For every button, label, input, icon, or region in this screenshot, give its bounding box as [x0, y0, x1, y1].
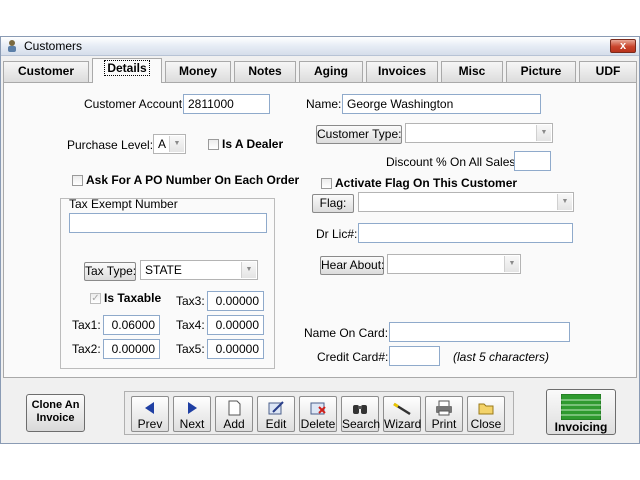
chevron-down-icon: ▼	[241, 262, 256, 278]
tab-notes[interactable]: Notes	[234, 61, 296, 82]
tab-invoices[interactable]: Invoices	[366, 61, 438, 82]
folder-icon	[478, 403, 494, 415]
tax2-label: Tax2:	[72, 342, 101, 356]
add-button[interactable]: Add	[215, 396, 253, 432]
tax-type-button[interactable]: Tax Type:	[84, 262, 136, 281]
customer-account-field[interactable]: 2811000	[183, 94, 270, 114]
invoice-stack-icon	[561, 394, 601, 420]
chevron-down-icon: ▼	[557, 194, 572, 210]
window-title: Customers	[24, 39, 83, 53]
tab-picture[interactable]: Picture	[506, 61, 576, 82]
credit-card-label: Credit Card#:	[317, 350, 389, 364]
customer-type-select[interactable]: ▼	[405, 123, 553, 143]
dr-lic-label: Dr Lic#:	[316, 227, 358, 241]
document-icon	[228, 400, 241, 416]
arrow-left-icon	[145, 402, 154, 414]
print-button[interactable]: Print	[425, 396, 463, 432]
activate-flag-checkbox[interactable]	[321, 178, 332, 189]
tab-misc[interactable]: Misc	[441, 61, 503, 82]
tax1-field[interactable]: 0.06000	[103, 315, 160, 335]
credit-card-field[interactable]	[389, 346, 440, 366]
is-dealer-label: Is A Dealer	[222, 137, 284, 151]
name-on-card-label: Name On Card:	[304, 326, 389, 340]
tax5-field[interactable]: 0.00000	[207, 339, 264, 359]
is-taxable-checkbox[interactable]: ✓	[90, 293, 101, 304]
tab-udf[interactable]: UDF	[579, 61, 637, 82]
discount-label: Discount % On All Sales:	[386, 155, 519, 169]
invoicing-label: Invoicing	[554, 420, 608, 434]
edit-button[interactable]: Edit	[257, 396, 295, 432]
search-button[interactable]: Search	[341, 396, 380, 432]
discount-field[interactable]	[514, 151, 551, 171]
customer-account-label: Customer Account:	[84, 97, 186, 111]
credit-card-hint: (last 5 characters)	[453, 350, 550, 364]
hear-about-select[interactable]: ▼	[387, 254, 521, 274]
purchase-level-value: A	[158, 137, 167, 151]
close-button[interactable]: Close	[467, 396, 505, 432]
dr-lic-field[interactable]	[358, 223, 573, 243]
chevron-down-icon: ▼	[504, 256, 519, 272]
close-window-button[interactable]: x	[610, 39, 636, 53]
wand-icon	[393, 402, 411, 416]
chevron-down-icon: ▼	[536, 125, 551, 141]
chevron-down-icon: ▼	[169, 136, 184, 152]
prev-button[interactable]: Prev	[131, 396, 169, 432]
tab-aging[interactable]: Aging	[299, 61, 363, 82]
clone-invoice-line1: Clone An	[31, 399, 80, 411]
edit-icon	[268, 401, 284, 415]
ask-po-label: Ask For A PO Number On Each Order	[86, 173, 300, 187]
tax2-field[interactable]: 0.00000	[103, 339, 160, 359]
hear-about-button[interactable]: Hear About:	[320, 256, 384, 275]
title-bar: Customers x	[1, 37, 639, 56]
delete-icon	[310, 402, 326, 415]
tax3-field[interactable]: 0.00000	[207, 291, 264, 311]
arrow-right-icon	[188, 402, 197, 414]
tab-money[interactable]: Money	[165, 61, 231, 82]
purchase-level-label: Purchase Level:	[67, 138, 154, 152]
is-dealer-checkbox[interactable]	[208, 139, 219, 150]
is-taxable-label: Is Taxable	[104, 291, 162, 305]
record-toolbar: Prev Next Add Edit Delete Search Wizard …	[124, 391, 514, 435]
name-label: Name:	[306, 97, 342, 111]
flag-button[interactable]: Flag:	[312, 194, 354, 213]
next-button[interactable]: Next	[173, 396, 211, 432]
name-field[interactable]: George Washington	[342, 94, 541, 114]
tab-details[interactable]: Details	[92, 58, 162, 83]
app-icon	[8, 40, 16, 52]
ask-po-checkbox[interactable]	[72, 175, 83, 186]
tax4-label: Tax4:	[176, 318, 205, 332]
tax3-label: Tax3:	[176, 294, 205, 308]
delete-button[interactable]: Delete	[299, 396, 337, 432]
wizard-button[interactable]: Wizard	[383, 396, 421, 432]
tax4-field[interactable]: 0.00000	[207, 315, 264, 335]
name-on-card-field[interactable]	[389, 322, 570, 342]
tab-bar: Customer Details Money Notes Aging Invoi…	[1, 57, 639, 83]
tax-type-select[interactable]: STATE ▼	[140, 260, 258, 280]
invoicing-button[interactable]: Invoicing	[546, 389, 616, 435]
purchase-level-select[interactable]: A ▼	[153, 134, 186, 154]
binoculars-icon	[353, 405, 367, 414]
tax-type-value: STATE	[145, 263, 182, 277]
tab-customer[interactable]: Customer	[3, 61, 89, 82]
tax1-label: Tax1:	[72, 318, 101, 332]
flag-select[interactable]: ▼	[358, 192, 574, 212]
tax5-label: Tax5:	[176, 342, 205, 356]
printer-icon	[436, 400, 452, 416]
clone-invoice-button[interactable]: Clone An Invoice	[26, 394, 85, 432]
clone-invoice-line2: Invoice	[36, 412, 75, 424]
customer-type-button[interactable]: Customer Type:	[316, 125, 402, 144]
activate-flag-label: Activate Flag On This Customer	[335, 176, 518, 190]
